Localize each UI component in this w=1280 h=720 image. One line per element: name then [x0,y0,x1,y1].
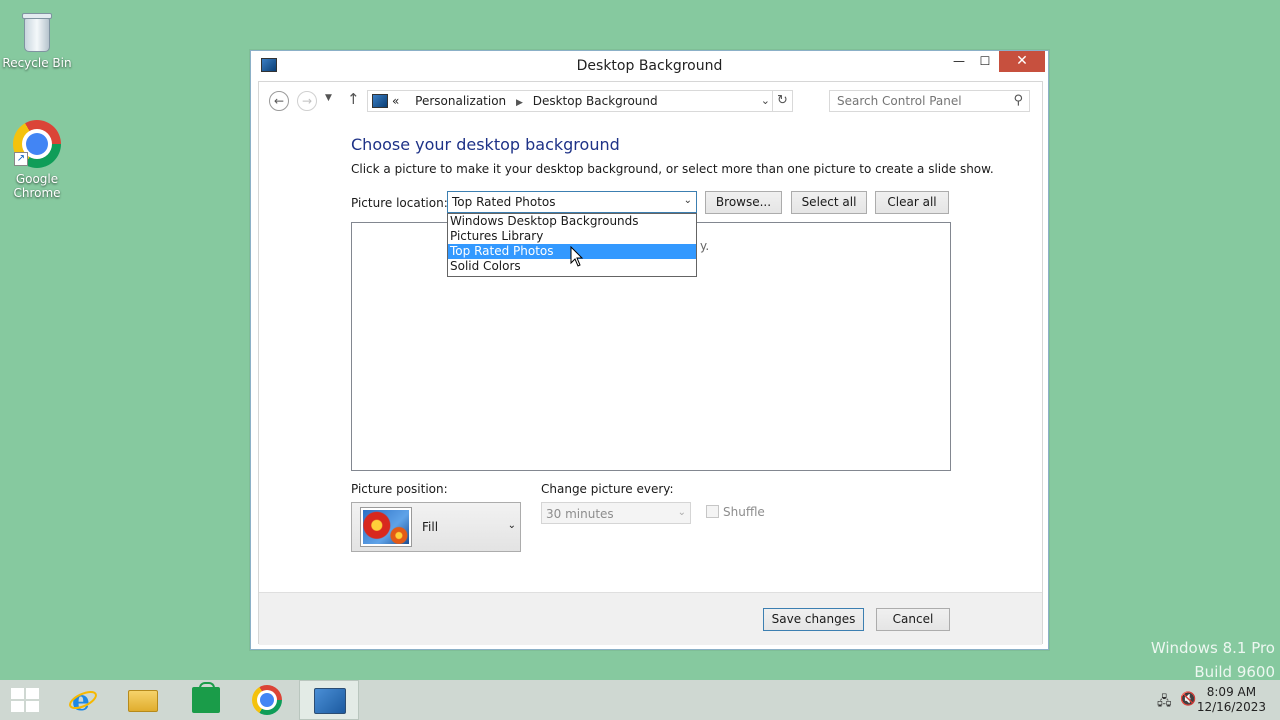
desktop-background-window: Desktop Background — ☐ ✕ ← → ▼ ↑ « Perso… [250,50,1049,650]
chrome-icon [252,685,282,715]
picture-location-select[interactable]: Top Rated Photos ⌄ [447,191,697,213]
search-box[interactable]: ⚲ [829,90,1030,112]
navigation-bar: ← → ▼ ↑ « Personalization ▶ Desktop Back… [259,82,1042,120]
recycle-bin-icon [20,10,54,54]
windows-watermark: Windows 8.1 Pro Build 9600 [1151,636,1275,684]
picture-location-label: Picture location: [351,196,448,210]
shortcut-arrow-icon: ↗ [14,152,28,166]
address-dropdown-button[interactable]: ⌄ [761,94,770,107]
desktop-icon-google-chrome[interactable]: ↗ Google Chrome [0,120,74,200]
window-client-area: ← → ▼ ↑ « Personalization ▶ Desktop Back… [258,81,1043,645]
browse-button[interactable]: Browse... [705,191,782,214]
save-changes-button[interactable]: Save changes [763,608,864,631]
taskbar-file-explorer[interactable] [114,680,174,720]
picture-position-label: Picture position: [351,482,448,496]
network-icon[interactable]: 🖧 [1157,692,1172,714]
system-clock[interactable]: 8:09 AM 12/16/2023 [1197,685,1266,715]
shuffle-label: Shuffle [723,505,765,519]
recent-locations-button[interactable]: ▼ [325,93,332,103]
control-panel-icon [314,688,346,714]
picture-position-value: Fill [422,520,439,534]
taskbar-control-panel[interactable] [299,680,359,720]
page-description: Click a picture to make it your desktop … [351,162,994,176]
refresh-button[interactable]: ↻ [772,91,792,111]
address-bar[interactable]: « Personalization ▶ Desktop Background ⌄… [367,90,793,112]
clear-all-button[interactable]: Clear all [875,191,949,214]
clock-date: 12/16/2023 [1196,700,1266,714]
chevron-down-icon: ⌄ [677,507,686,518]
change-picture-every-label: Change picture every: [541,482,674,496]
taskbar-google-chrome[interactable] [238,680,298,720]
change-picture-every-select[interactable]: 30 minutes ⌄ [541,502,691,524]
select-all-button[interactable]: Select all [791,191,867,214]
maximize-button[interactable]: ☐ [971,51,999,72]
forward-button[interactable]: → [297,91,317,111]
taskbar-internet-explorer[interactable]: e [52,680,112,720]
svg-text:e: e [72,686,90,714]
internet-explorer-icon: e [69,686,97,714]
folder-icon [128,690,158,712]
windows-logo-icon [11,688,39,712]
taskbar: e 🖧 🔇 8:09 AM 12/16/2023 [0,680,1280,720]
page-title: Choose your desktop background [351,135,620,154]
up-button[interactable]: ↑ [347,90,360,108]
breadcrumb-personalization[interactable]: Personalization [415,94,506,108]
window-title: Desktop Background [576,58,723,74]
position-preview-thumbnail [360,507,412,547]
clock-time: 8:09 AM [1206,685,1257,699]
breadcrumb-desktop-background[interactable]: Desktop Background [533,94,658,108]
chevron-down-icon: ⌄ [507,520,516,531]
chevron-right-icon[interactable]: ▶ [516,98,523,108]
option-pictures-library[interactable]: Pictures Library [448,229,696,244]
back-button[interactable]: ← [269,91,289,111]
chevron-down-icon: ⌄ [683,195,692,206]
start-button[interactable] [0,680,60,720]
title-bar[interactable]: Desktop Background — ☐ ✕ [251,51,1048,81]
close-button[interactable]: ✕ [999,51,1045,72]
store-icon [192,682,220,713]
desktop-icon-label: Google Chrome [13,172,61,200]
minimize-button[interactable]: — [945,51,973,72]
change-picture-every-value: 30 minutes [546,507,614,521]
watermark-edition: Windows 8.1 Pro [1150,639,1275,657]
picture-list-message: y. [700,239,710,253]
search-input[interactable] [830,91,1000,111]
breadcrumb: « Personalization ▶ Desktop Background [392,94,658,108]
cancel-button[interactable]: Cancel [876,608,950,631]
control-panel-icon [372,94,388,108]
desktop-icon-label: Recycle Bin [2,56,72,70]
shuffle-checkbox[interactable]: Shuffle [706,505,765,519]
picture-position-select[interactable]: Fill ⌄ [351,502,521,552]
button-bar: Save changes Cancel [259,592,1042,645]
breadcrumb-overflow[interactable]: « [392,94,399,108]
mouse-pointer-icon [570,246,584,267]
volume-muted-icon[interactable]: 🔇 [1180,692,1196,707]
option-windows-desktop-backgrounds[interactable]: Windows Desktop Backgrounds [448,214,696,229]
taskbar-store[interactable] [176,680,236,720]
picture-location-value: Top Rated Photos [452,195,556,209]
checkbox-icon [706,505,719,518]
search-icon[interactable]: ⚲ [1013,93,1023,108]
desktop-icon-recycle-bin[interactable]: Recycle Bin [0,4,74,70]
